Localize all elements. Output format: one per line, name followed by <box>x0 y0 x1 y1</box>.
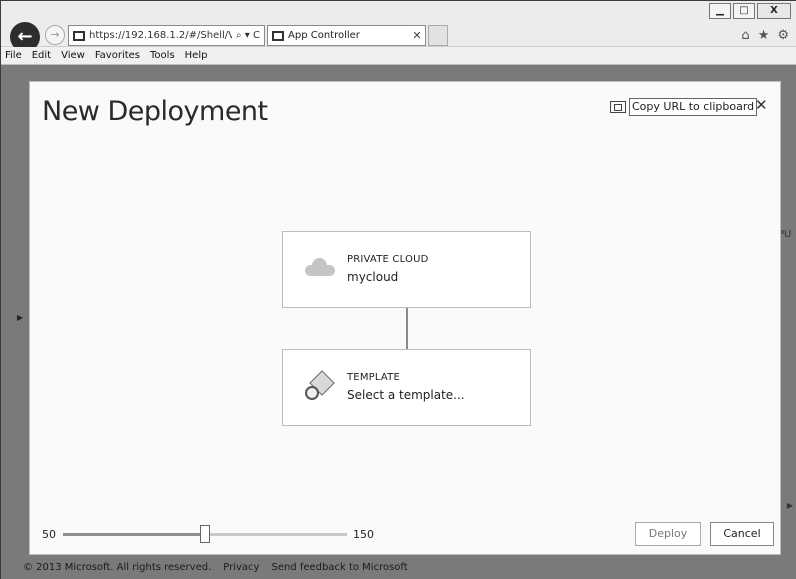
template-icon <box>301 370 337 406</box>
template-value: Select a template... <box>347 388 465 402</box>
copy-url-button[interactable]: Copy URL to clipboard <box>610 97 758 116</box>
search-refresh-icons[interactable]: ⌕ ▾ C <box>232 30 264 41</box>
favorites-star-icon[interactable]: ★ <box>758 28 770 43</box>
browser-toolbar-icons: ⌂ ★ ⚙ <box>741 28 789 43</box>
browser-titlebar: ▁ □ X ← → https://192.168.1.2/#/Shell/Vm… <box>1 1 796 52</box>
copyright-text: © 2013 Microsoft. All rights reserved. <box>23 562 212 573</box>
menu-edit[interactable]: Edit <box>32 50 51 61</box>
page-icon <box>73 30 85 41</box>
window-controls: ▁ □ X <box>709 3 791 19</box>
home-icon[interactable]: ⌂ <box>741 28 749 43</box>
cloud-heading: PRIVATE CLOUD <box>347 254 429 265</box>
tab-title: App Controller <box>288 30 360 41</box>
expand-arrow-icon[interactable]: ▶ <box>17 313 23 322</box>
cancel-button[interactable]: Cancel <box>710 522 774 546</box>
address-text[interactable]: https://192.168.1.2/#/Shell/Vms <box>89 30 232 41</box>
maximize-button[interactable]: □ <box>733 3 755 19</box>
footer-bar: © 2013 Microsoft. All rights reserved. P… <box>1 555 796 579</box>
browser-window: ▁ □ X ← → https://192.168.1.2/#/Shell/Vm… <box>0 0 796 579</box>
gear-icon[interactable]: ⚙ <box>777 28 789 43</box>
menu-file[interactable]: File <box>5 50 22 61</box>
slider-fill <box>63 533 205 536</box>
menu-tools[interactable]: Tools <box>150 50 175 61</box>
template-heading: TEMPLATE <box>347 372 400 383</box>
close-window-button[interactable]: X <box>757 3 791 19</box>
minimize-button[interactable]: ▁ <box>709 3 731 19</box>
slider-max-label: 150 <box>353 528 374 541</box>
cloud-value: mycloud <box>347 270 399 284</box>
dialog-close-icon[interactable]: ✕ <box>755 96 768 114</box>
zoom-slider[interactable] <box>63 525 347 543</box>
scroll-arrow-icon[interactable]: ▶ <box>787 501 793 510</box>
deploy-button[interactable]: Deploy <box>635 522 701 546</box>
browser-tab[interactable]: App Controller ✕ <box>267 25 426 46</box>
dialog-title: New Deployment <box>42 96 268 127</box>
privacy-link[interactable]: Privacy <box>223 562 259 573</box>
copy-url-label[interactable]: Copy URL to clipboard <box>629 97 758 116</box>
menu-favorites[interactable]: Favorites <box>95 50 140 61</box>
feedback-link[interactable]: Send feedback to Microsoft <box>271 562 407 573</box>
clipboard-icon <box>610 100 626 113</box>
tab-page-icon <box>272 30 284 41</box>
menu-help[interactable]: Help <box>185 50 208 61</box>
forward-button[interactable]: → <box>45 25 65 45</box>
cloud-icon <box>305 258 335 276</box>
new-deployment-dialog: New Deployment Copy URL to clipboard ✕ P… <box>29 81 781 555</box>
connector-line <box>406 308 408 349</box>
new-tab-button[interactable] <box>428 25 448 46</box>
menu-bar: File Edit View Favorites Tools Help <box>1 47 796 65</box>
slider-thumb[interactable] <box>200 525 210 543</box>
tab-close-icon[interactable]: ✕ <box>409 29 425 42</box>
template-card[interactable]: TEMPLATE Select a template... <box>282 349 531 426</box>
address-bar[interactable]: https://192.168.1.2/#/Shell/Vms ⌕ ▾ C <box>68 25 265 46</box>
menu-view[interactable]: View <box>61 50 85 61</box>
private-cloud-card[interactable]: PRIVATE CLOUD mycloud <box>282 231 531 308</box>
slider-min-label: 50 <box>42 528 56 541</box>
